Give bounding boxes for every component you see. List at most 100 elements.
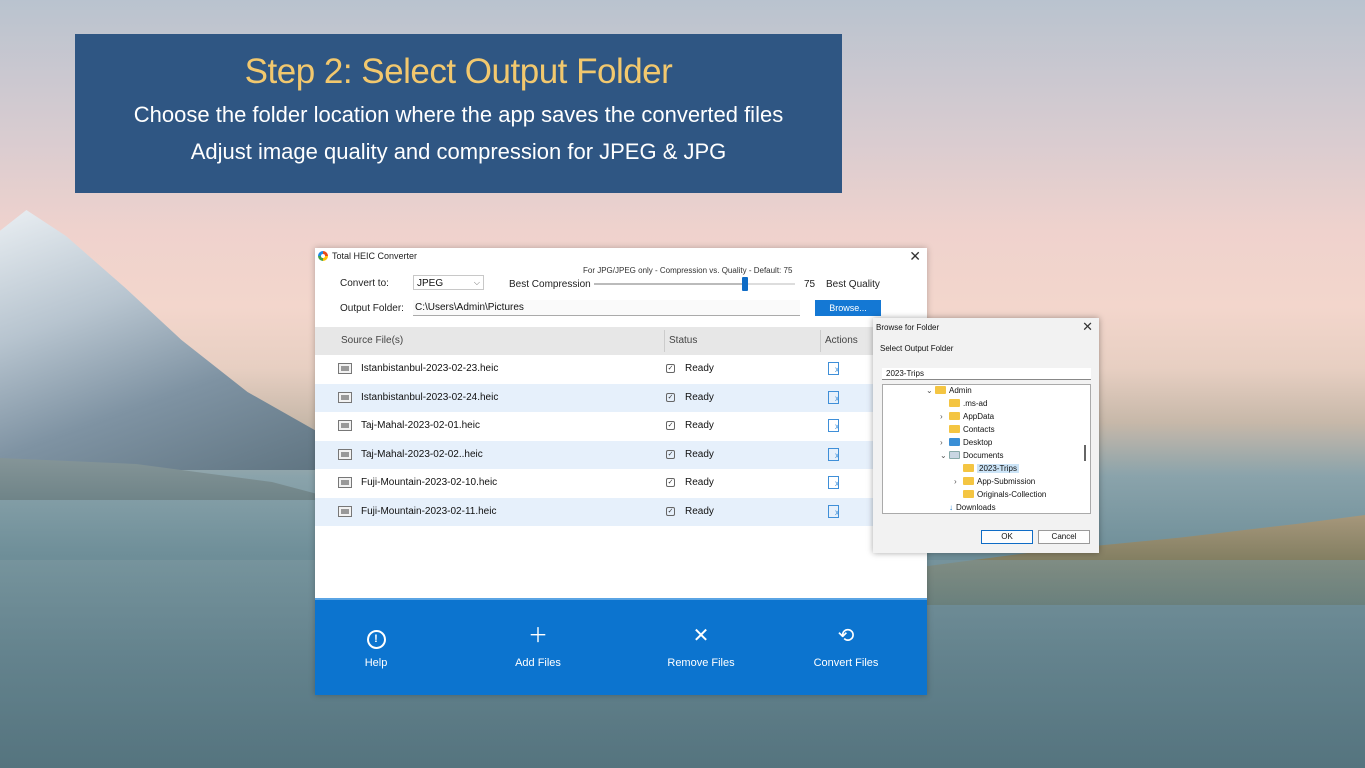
- tree-item-desktop[interactable]: › Desktop: [940, 437, 992, 449]
- file-status: Ready: [685, 363, 714, 374]
- quality-slider-fill: [594, 283, 745, 285]
- folder-icon: [963, 477, 974, 485]
- window-title: Total HEIC Converter: [332, 251, 418, 261]
- help-label: Help: [364, 657, 388, 669]
- remove-file-icon[interactable]: [828, 447, 839, 461]
- tree-item-admin[interactable]: ⌄ Admin: [926, 385, 972, 397]
- tree-item-app-submission[interactable]: › App-Submission: [954, 476, 1035, 488]
- banner-title: Step 2: Select Output Folder: [244, 52, 673, 91]
- chevron-down-icon[interactable]: ⌄: [926, 385, 935, 397]
- file-status: Ready: [685, 477, 714, 488]
- column-status[interactable]: Status: [669, 327, 697, 355]
- remove-file-icon[interactable]: [828, 362, 839, 375]
- best-quality-label: Best Quality: [826, 279, 880, 290]
- quality-hint: For JPG/JPEG only - Compression vs. Qual…: [583, 266, 793, 275]
- file-status: Ready: [685, 448, 714, 460]
- banner-line-2: Adjust image quality and compression for…: [190, 139, 727, 164]
- help-button[interactable]: ! Help: [311, 600, 441, 695]
- file-status: Ready: [685, 505, 714, 517]
- remove-files-label: Remove Files: [667, 657, 735, 669]
- app-logo-icon: [318, 251, 328, 261]
- table-row[interactable]: Istanbistanbul-2023-02-23.heic ✓ Ready: [315, 355, 927, 384]
- tree-item-ms-ad[interactable]: .ms-ad: [940, 398, 987, 410]
- file-name: Taj-Mahal-2023-02-02..heic: [361, 448, 483, 460]
- window-close-button[interactable]: ✕: [909, 248, 921, 265]
- quality-value: 75: [804, 279, 816, 290]
- add-files-label: Add Files: [515, 657, 561, 669]
- checkbox-icon[interactable]: ✓: [666, 364, 675, 373]
- convert-files-button[interactable]: ⟲ Convert Files: [781, 600, 911, 695]
- output-folder-field[interactable]: C:\Users\Admin\Pictures: [413, 300, 800, 316]
- window-titlebar: Total HEIC Converter ✕: [315, 248, 927, 265]
- file-name: Fuji-Mountain-2023-02-10.heic: [361, 477, 498, 488]
- column-divider: [664, 330, 665, 352]
- converter-window: Total HEIC Converter ✕ For JPG/JPEG only…: [315, 248, 927, 695]
- image-file-icon: [338, 505, 352, 517]
- folder-tree[interactable]: ⌄ Admin .ms-ad › AppData Contacts › Desktop…: [882, 384, 1091, 514]
- chevron-right-icon[interactable]: ›: [954, 476, 963, 488]
- chevron-right-icon[interactable]: ›: [940, 437, 949, 449]
- chevron-right-icon[interactable]: ›: [940, 411, 949, 423]
- image-file-icon: [338, 420, 352, 431]
- browse-button[interactable]: Browse...: [815, 300, 881, 316]
- format-select[interactable]: JPEG ⌵: [413, 275, 484, 290]
- table-row[interactable]: Taj-Mahal-2023-02-01.heic ✓ Ready: [315, 412, 927, 441]
- convert-to-label: Convert to:: [340, 278, 389, 289]
- folder-icon: [963, 490, 974, 498]
- checkbox-icon[interactable]: ✓: [666, 449, 675, 459]
- tree-item-appdata[interactable]: › AppData: [940, 411, 994, 423]
- info-icon: !: [366, 630, 386, 649]
- folder-icon: [935, 386, 946, 394]
- dialog-title: Browse for Folder: [876, 323, 940, 332]
- tree-scrollbar[interactable]: [1084, 445, 1086, 461]
- table-row[interactable]: Fuji-Mountain-2023-02-11.heic ✓ Ready: [315, 497, 927, 526]
- remove-file-icon[interactable]: [828, 504, 839, 518]
- quality-slider-thumb[interactable]: [742, 277, 748, 291]
- dialog-subtitle: Select Output Folder: [880, 344, 954, 353]
- convert-files-label: Convert Files: [813, 657, 879, 669]
- image-file-icon: [338, 448, 352, 460]
- table-row[interactable]: Taj-Mahal-2023-02-02..heic ✓ Ready: [315, 440, 927, 469]
- tree-item-documents[interactable]: ⌄ Documents: [940, 450, 1003, 462]
- table-row[interactable]: Fuji-Mountain-2023-02-10.heic ✓ Ready: [315, 469, 927, 498]
- file-name: Istanbistanbul-2023-02-23.heic: [361, 363, 499, 374]
- banner-line-1: Choose the folder location where the app…: [133, 102, 784, 127]
- checkbox-icon[interactable]: ✓: [666, 392, 675, 402]
- checkbox-icon[interactable]: ✓: [666, 478, 675, 487]
- image-file-icon: [338, 363, 352, 374]
- background-mountain: [0, 210, 330, 470]
- dialog-close-button[interactable]: ✕: [1082, 319, 1093, 335]
- tree-item-2023-trips[interactable]: 2023-Trips: [954, 463, 1019, 475]
- tree-item-originals-collection[interactable]: Originals-Collection: [954, 489, 1046, 501]
- add-files-button[interactable]: ＋ Add Files: [473, 600, 603, 695]
- action-toolbar: ! Help ＋ Add Files ✕ Remove Files ⟲ Conv…: [315, 598, 927, 695]
- file-table-body: Istanbistanbul-2023-02-23.heic ✓ Ready I…: [315, 355, 927, 526]
- remove-file-icon[interactable]: [828, 419, 839, 432]
- file-name: Istanbistanbul-2023-02-24.heic: [361, 391, 499, 403]
- close-icon: ✕: [692, 625, 710, 647]
- image-file-icon: [338, 477, 352, 488]
- desktop-icon: [949, 438, 960, 446]
- downloads-icon: ↓: [949, 503, 953, 512]
- remove-files-button[interactable]: ✕ Remove Files: [636, 600, 766, 695]
- file-name: Fuji-Mountain-2023-02-11.heic: [361, 505, 497, 517]
- remove-file-icon[interactable]: [828, 390, 839, 404]
- table-row[interactable]: Istanbistanbul-2023-02-24.heic ✓ Ready: [315, 383, 927, 412]
- tree-item-contacts[interactable]: Contacts: [940, 424, 995, 436]
- file-table-header: Source File(s) Status Actions: [315, 327, 927, 355]
- file-name: Taj-Mahal-2023-02-01.heic: [361, 420, 480, 431]
- checkbox-icon[interactable]: ✓: [666, 421, 675, 430]
- cancel-button[interactable]: Cancel: [1038, 530, 1090, 544]
- checkbox-icon[interactable]: ✓: [666, 506, 675, 516]
- best-compression-label: Best Compression: [509, 279, 591, 290]
- folder-name-field[interactable]: 2023-Trips: [882, 368, 1091, 380]
- folder-icon: [963, 464, 974, 472]
- plus-icon: ＋: [528, 625, 548, 647]
- quality-slider[interactable]: [594, 277, 795, 291]
- instruction-banner: Step 2: Select Output Folder Choose the …: [75, 34, 842, 193]
- ok-button[interactable]: OK: [981, 530, 1033, 544]
- chevron-down-icon[interactable]: ⌄: [940, 450, 949, 462]
- column-source[interactable]: Source File(s): [341, 327, 403, 355]
- tree-item-downloads[interactable]: ↓ Downloads: [940, 502, 996, 513]
- remove-file-icon[interactable]: [828, 476, 839, 489]
